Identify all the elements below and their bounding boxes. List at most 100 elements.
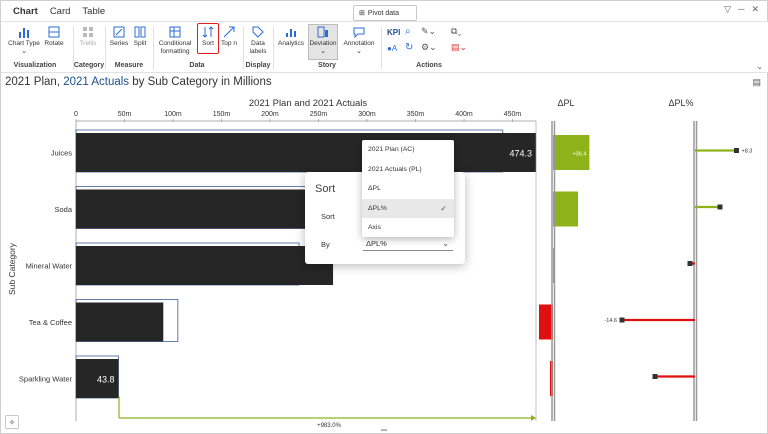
annotation-icon	[353, 26, 365, 38]
data-label: Data	[251, 40, 265, 47]
x-tick-label: 200m	[261, 111, 279, 118]
delta-pl-pct-marker	[619, 317, 625, 323]
sort-highlight-box	[197, 23, 219, 54]
export-icon[interactable]: ⧉⌄	[451, 26, 462, 37]
rotate-button[interactable]: Rotate	[42, 26, 66, 48]
chevron-down-icon: ⌄	[442, 238, 449, 248]
delta-pl-pct-marker	[652, 374, 658, 379]
analytics-button[interactable]: Analytics	[277, 26, 305, 48]
split-button[interactable]: Split	[131, 26, 149, 48]
x-tick-label: 100m	[164, 111, 182, 118]
group-label-actions: Actions	[416, 62, 442, 69]
pdf-export-icon[interactable]: ▤⌄	[451, 42, 467, 53]
option-label: ΔPL%	[368, 204, 387, 212]
x-tick-label: 350m	[407, 111, 425, 118]
category-label: Soda	[54, 205, 72, 214]
refresh-icon[interactable]: ↻	[405, 42, 413, 53]
pivot-label: Pivot data	[367, 9, 400, 17]
group-label-story: Story	[318, 62, 336, 69]
tag-icon	[252, 26, 264, 38]
formatting-label: formatting	[160, 48, 190, 55]
trellis-label: Trellis	[79, 40, 97, 47]
deviation-icon	[317, 26, 329, 38]
labels-label: labels	[249, 48, 267, 55]
paint-brush-icon[interactable]: ✎⌄	[421, 26, 436, 37]
group-label-display: Display	[245, 62, 271, 69]
data-labels-button[interactable]: Data labels	[247, 26, 269, 56]
delta-pl-pct-marker	[717, 204, 723, 210]
delta-pl-label: +36.4	[572, 152, 586, 158]
checkmark-icon: ✓	[440, 203, 447, 213]
app-frame: Chart Card Table ⊞ Pivot data ▽ ─ ✕ Char…	[0, 0, 768, 434]
chart-type-button[interactable]: Chart Type ⌄	[7, 26, 41, 56]
group-separator	[153, 26, 154, 70]
settings-gear-icon[interactable]: ⚙⌄	[421, 42, 437, 53]
filter-icon[interactable]: ▽	[724, 4, 731, 15]
actual-bar	[76, 133, 537, 172]
category-label: Mineral Water	[26, 262, 73, 271]
option-label: Axis	[368, 224, 381, 232]
option-label: 2021 Actuals (PL)	[368, 165, 422, 173]
group-separator	[105, 26, 106, 70]
tab-table[interactable]: Table	[76, 5, 111, 21]
insights-icon[interactable]: ✧	[5, 415, 19, 429]
delta-pl-pct-marker	[687, 261, 693, 266]
dropdown-option[interactable]: Axis	[362, 218, 454, 238]
conditional-formatting-button[interactable]: Conditional formatting	[156, 26, 194, 56]
tab-card[interactable]: Card	[44, 5, 77, 21]
deviation-button[interactable]: Deviation ⌄	[309, 26, 337, 56]
option-label: 2021 Plan (AC)	[368, 146, 415, 154]
dropdown-option-selected[interactable]: ΔPL% ✓	[362, 198, 454, 218]
sort-order-label: Sort	[321, 212, 335, 221]
group-label-category: Category	[73, 62, 105, 69]
x-tick-label: 0	[74, 111, 78, 118]
tab-chart[interactable]: Chart	[7, 5, 44, 24]
delta-pl-pct-title: ΔPL%	[668, 98, 693, 108]
group-separator	[273, 26, 274, 70]
author-icon[interactable]: ●A	[387, 44, 397, 53]
dropdown-option[interactable]: 2021 Actuals (PL)	[362, 160, 454, 180]
sort-by-select[interactable]: ΔPL% ⌄	[363, 236, 453, 251]
analytics-icon	[285, 26, 297, 38]
trellis-button[interactable]: Trellis	[77, 26, 99, 48]
conditional-formatting-icon	[169, 26, 181, 38]
group-label-visualization: Visualization	[13, 62, 57, 69]
dropdown-option[interactable]: 2021 Plan (AC)	[362, 140, 454, 160]
x-tick-label: 400m	[455, 111, 473, 118]
chart-type-label: Chart Type	[8, 40, 40, 47]
dropdown-option[interactable]: ΔPL	[362, 179, 454, 199]
chevron-down-icon: ⌄	[356, 48, 362, 55]
search-icon[interactable]: ⌕	[405, 26, 411, 37]
delta-pl-pct-marker	[734, 148, 739, 153]
delta-pl-title: ΔPL	[557, 98, 574, 108]
annotation-label: Annotation	[343, 40, 375, 47]
delta-pl-pct-label: -14.6	[604, 318, 617, 324]
annotation-button[interactable]: Annotation ⌄	[341, 26, 377, 56]
group-label-measure: Measure	[114, 62, 144, 69]
series-button[interactable]: Series	[109, 26, 129, 48]
option-label: ΔPL	[368, 185, 381, 193]
delta-pl-bar	[539, 304, 553, 340]
title-rest: by Sub Category in Millions	[129, 76, 272, 88]
top-n-button[interactable]: Top n	[219, 26, 239, 48]
actual-bar	[76, 189, 334, 229]
x-tick-label: 300m	[358, 111, 376, 118]
bar-chart-icon	[18, 26, 30, 38]
chart-menu-icon[interactable]: ▤	[752, 77, 761, 88]
resize-handle-icon[interactable]: ▬	[381, 427, 387, 433]
series-label: Series	[109, 40, 129, 47]
actual-bar	[76, 302, 164, 342]
pivot-data-button[interactable]: ⊞ Pivot data	[353, 5, 417, 21]
rotate-label: Rotate	[44, 40, 64, 47]
deviation-label: Deviation	[309, 40, 337, 47]
kpi-button[interactable]: KPI	[387, 28, 400, 37]
title-plan: 2021 Plan,	[5, 76, 64, 88]
collapse-ribbon-icon[interactable]: ⌄	[756, 62, 763, 71]
minimize-icon[interactable]: ─	[738, 4, 744, 15]
group-separator	[381, 26, 382, 70]
close-icon[interactable]: ✕	[751, 4, 759, 15]
sort-by-dropdown: 2021 Plan (AC) 2021 Actuals (PL) ΔPL ΔPL…	[362, 140, 454, 237]
delta-pl-chart: ΔPL +36.4	[539, 98, 590, 421]
chart-axis-title: 2021 Plan and 2021 Actuals	[249, 98, 368, 109]
pivot-icon: ⊞	[359, 10, 365, 17]
